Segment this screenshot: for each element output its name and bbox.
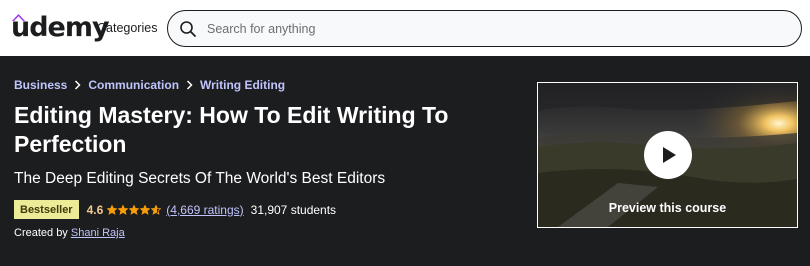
star-icon <box>129 204 140 215</box>
chevron-right-icon <box>75 80 81 90</box>
course-subtitle: The Deep Editing Secrets Of The World's … <box>14 170 386 187</box>
ratings-count-link[interactable]: (4,669 ratings) <box>166 203 243 217</box>
breadcrumb-business[interactable]: Business <box>14 78 67 92</box>
created-by-label: Created by <box>14 227 68 239</box>
students-count: 31,907 students <box>250 202 337 217</box>
course-preview[interactable]: Preview this course <box>537 82 798 228</box>
search-icon[interactable] <box>179 20 197 38</box>
preview-label: Preview this course <box>608 201 727 215</box>
instructor-link[interactable]: Shani Raja <box>71 227 125 239</box>
rating-row: Bestseller 4.6 (4,669 ratings) 31,907 st… <box>14 200 336 219</box>
rating-stars <box>107 204 162 215</box>
search-bar[interactable] <box>167 10 802 47</box>
bestseller-badge: Bestseller <box>14 200 79 219</box>
star-icon <box>151 204 162 215</box>
top-navigation-bar: udemy Categories <box>0 0 810 56</box>
categories-menu[interactable]: Categories <box>97 21 157 35</box>
breadcrumb-writing-editing[interactable]: Writing Editing <box>200 78 285 92</box>
rating-value: 4.6 <box>86 202 104 217</box>
chevron-right-icon <box>187 80 193 90</box>
star-icon <box>140 204 151 215</box>
play-button[interactable] <box>644 131 692 179</box>
breadcrumb: Business Communication Writing Editing <box>14 78 285 92</box>
created-by: Created by Shani Raja <box>14 227 125 239</box>
breadcrumb-communication[interactable]: Communication <box>88 78 179 92</box>
udemy-logo[interactable]: udemy <box>11 11 110 43</box>
course-title: Editing Mastery: How To Edit Writing To … <box>14 102 449 157</box>
star-icon <box>107 204 118 215</box>
search-input[interactable] <box>207 19 787 39</box>
play-icon <box>663 147 676 163</box>
star-icon <box>118 204 129 215</box>
logo-hat-icon <box>12 14 25 21</box>
logo-text: udemy <box>11 11 110 43</box>
